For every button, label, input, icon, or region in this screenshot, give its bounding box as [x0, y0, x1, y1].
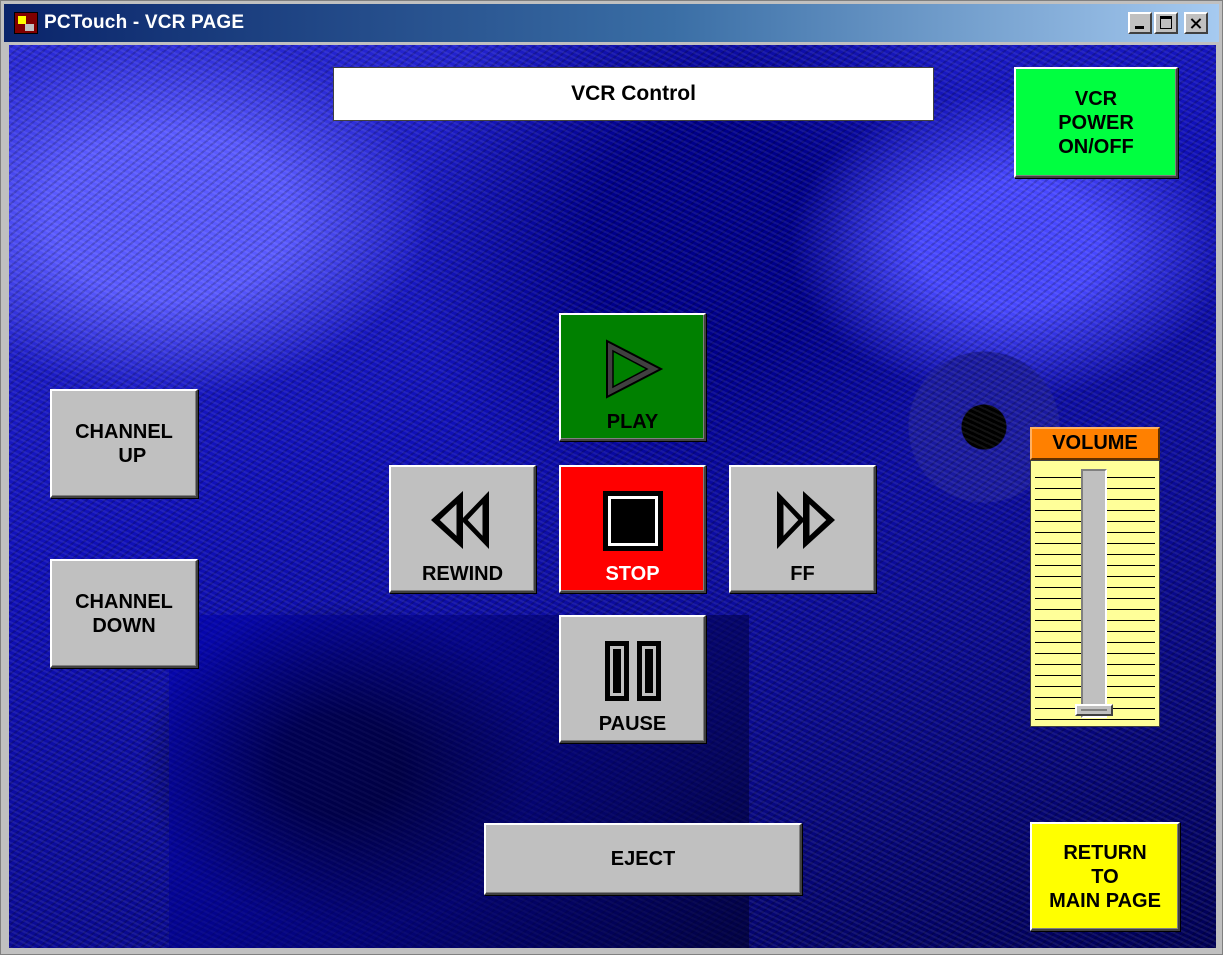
vcr-panel: VCR Control VCR POWER ON/OFF CHANNEL UP … — [9, 45, 1216, 948]
vcr-power-label: VCR POWER ON/OFF — [1058, 87, 1134, 158]
channel-up-button[interactable]: CHANNEL UP — [50, 389, 198, 498]
stop-button[interactable]: STOP — [559, 465, 706, 593]
play-label: PLAY — [606, 411, 659, 433]
volume-thumb[interactable] — [1074, 704, 1113, 716]
app-icon — [14, 12, 38, 34]
vcr-power-button[interactable]: VCR POWER ON/OFF — [1014, 67, 1178, 178]
channel-up-label: CHANNEL UP — [75, 420, 173, 467]
volume-label: VOLUME — [1030, 427, 1160, 460]
eject-button[interactable]: EJECT — [484, 823, 802, 895]
volume-slider[interactable] — [1030, 460, 1160, 727]
maximize-button[interactable] — [1154, 12, 1178, 34]
fast-forward-button[interactable]: FF — [729, 465, 876, 593]
eject-label: EJECT — [610, 848, 676, 870]
channel-down-label: CHANNEL DOWN — [75, 590, 173, 637]
page-title: VCR Control — [333, 67, 934, 121]
fast-forward-icon — [776, 491, 835, 549]
play-triangle-icon — [605, 339, 663, 399]
title-bar: PCTouch - VCR PAGE — [4, 4, 1219, 42]
channel-down-button[interactable]: CHANNEL DOWN — [50, 559, 198, 668]
return-label: RETURN TO MAIN PAGE — [1049, 841, 1161, 912]
pause-icon — [604, 641, 661, 701]
rewind-icon — [430, 491, 489, 549]
pause-button[interactable]: PAUSE — [559, 615, 706, 743]
window-title: PCTouch - VCR PAGE — [44, 12, 245, 33]
app-window: PCTouch - VCR PAGE VCR Control VCR POWER… — [0, 0, 1223, 955]
minimize-button[interactable] — [1128, 12, 1152, 34]
rewind-label: REWIND — [421, 563, 504, 585]
rewind-button[interactable]: REWIND — [389, 465, 536, 593]
ff-label: FF — [790, 563, 815, 585]
play-button[interactable]: PLAY — [559, 313, 706, 441]
return-main-page-button[interactable]: RETURN TO MAIN PAGE — [1030, 822, 1180, 931]
stop-label: STOP — [605, 563, 660, 585]
volume-track[interactable] — [1074, 469, 1113, 718]
pause-label: PAUSE — [598, 713, 667, 735]
close-button[interactable] — [1184, 12, 1208, 34]
stop-square-icon — [602, 491, 663, 551]
